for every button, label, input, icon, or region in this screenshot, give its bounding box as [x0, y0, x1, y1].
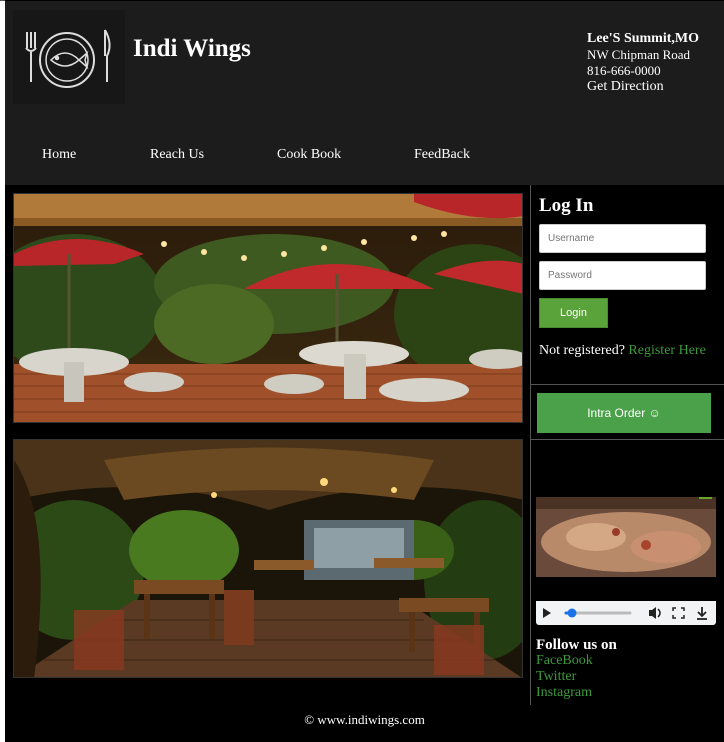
photo-gallery	[13, 193, 523, 678]
video-player[interactable]: HD	[536, 489, 716, 625]
get-direction-link[interactable]: Get Direction	[587, 79, 699, 95]
login-panel: Log In Login Not registered? Register He…	[531, 185, 724, 385]
nav-item-reach-us[interactable]: Reach Us	[150, 147, 204, 163]
nav-item-home[interactable]: Home	[42, 147, 76, 163]
register-prompt: Not registered? Register Here	[539, 343, 716, 359]
dining-hall-photo	[13, 439, 523, 678]
facebook-link[interactable]: FaceBook	[536, 653, 617, 669]
follow-title: Follow us on	[536, 637, 617, 653]
plate-fork-knife-icon	[13, 10, 125, 104]
location-block: Lee'S Summit,MO NW Chipman Road 816-666-…	[587, 31, 699, 95]
restaurant-logo	[13, 10, 125, 104]
username-input[interactable]	[539, 224, 706, 253]
video-frame: HD	[536, 497, 716, 577]
twitter-link[interactable]: Twitter	[536, 669, 617, 685]
location-city: Lee'S Summit,MO	[587, 31, 699, 46]
brand-name: Indi Wings	[133, 35, 251, 62]
video-controls	[536, 601, 716, 625]
site-header: Indi Wings Lee'S Summit,MO NW Chipman Ro…	[5, 1, 724, 185]
instagram-link[interactable]: Instagram	[536, 685, 617, 701]
not-registered-text: Not registered?	[539, 343, 625, 358]
password-input[interactable]	[539, 261, 706, 290]
play-icon	[543, 608, 551, 618]
fullscreen-icon	[672, 607, 685, 619]
social-links: Follow us on FaceBook Twitter Instagram	[536, 637, 617, 701]
patio-photo	[13, 193, 523, 423]
nav-item-feedback[interactable]: FeedBack	[414, 147, 470, 163]
main-nav: Home Reach Us Cook Book FeedBack	[5, 147, 724, 169]
volume-icon	[649, 607, 661, 619]
location-street: NW Chipman Road	[587, 47, 691, 62]
download-icon	[697, 607, 707, 620]
site-footer: © www.indiwings.com	[304, 712, 425, 727]
login-title: Log In	[539, 195, 594, 216]
divider	[531, 439, 724, 440]
register-link[interactable]: Register Here	[628, 343, 705, 358]
right-sidebar: Log In Login Not registered? Register He…	[530, 185, 724, 705]
intra-order-button[interactable]: Intra Order ☺	[537, 393, 711, 433]
hd-badge: HD	[699, 497, 712, 499]
nav-item-cook-book[interactable]: Cook Book	[277, 147, 341, 163]
location-phone: 816-666-0000	[587, 63, 661, 78]
login-button[interactable]: Login	[539, 298, 608, 328]
page-frame: Indi Wings Lee'S Summit,MO NW Chipman Ro…	[5, 0, 724, 742]
